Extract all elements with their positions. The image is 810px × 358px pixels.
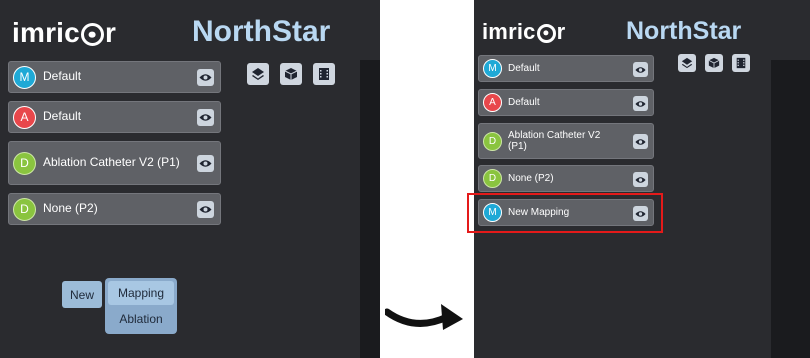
eye-icon bbox=[199, 160, 212, 167]
item-label: Default bbox=[508, 96, 540, 108]
mapping-badge: M bbox=[483, 59, 502, 78]
visibility-toggle[interactable] bbox=[197, 155, 214, 172]
list-item[interactable]: A Default bbox=[8, 101, 221, 133]
item-label: None (P2) bbox=[43, 201, 98, 216]
cube-button[interactable] bbox=[280, 63, 302, 85]
list-item[interactable]: D Ablation Catheter V2 (P1) bbox=[8, 141, 221, 185]
eye-icon bbox=[635, 100, 646, 107]
viewport-strip bbox=[771, 60, 810, 358]
device-badge: D bbox=[13, 197, 36, 221]
visibility-toggle[interactable] bbox=[633, 172, 648, 187]
visibility-toggle[interactable] bbox=[197, 201, 214, 218]
visibility-toggle[interactable] bbox=[633, 134, 648, 149]
after-panel: imric r NorthStar M Default A Default D A… bbox=[474, 0, 810, 358]
device-badge: D bbox=[483, 169, 502, 188]
item-label: Ablation Catheter V2 (P1) bbox=[43, 155, 180, 170]
logo-o-icon bbox=[80, 23, 104, 47]
new-submenu: Mapping Ablation bbox=[105, 278, 177, 334]
visibility-toggle[interactable] bbox=[197, 69, 214, 86]
list-item[interactable]: M Default bbox=[478, 55, 654, 82]
cube-icon bbox=[284, 68, 298, 80]
visibility-toggle[interactable] bbox=[633, 62, 648, 77]
eye-icon bbox=[635, 176, 646, 183]
device-badge: D bbox=[483, 131, 502, 151]
visibility-toggle[interactable] bbox=[197, 109, 214, 126]
visibility-toggle[interactable] bbox=[633, 96, 648, 111]
ablation-badge: A bbox=[483, 93, 502, 112]
menu-item-ablation[interactable]: Ablation bbox=[108, 307, 174, 331]
list-item[interactable]: D None (P2) bbox=[478, 165, 654, 192]
before-panel: imric r NorthStar M Default A Default D A… bbox=[0, 0, 380, 358]
menu-item-mapping[interactable]: Mapping bbox=[108, 281, 174, 305]
product-title: NorthStar bbox=[192, 15, 331, 48]
item-label: None (P2) bbox=[508, 172, 554, 184]
film-button[interactable] bbox=[313, 63, 335, 85]
item-label: Default bbox=[508, 62, 540, 74]
item-label: Default bbox=[43, 109, 82, 124]
eye-icon bbox=[199, 74, 212, 81]
layers-button[interactable] bbox=[247, 63, 269, 85]
film-icon bbox=[736, 57, 746, 69]
eye-icon bbox=[199, 114, 212, 121]
device-badge: D bbox=[13, 151, 36, 175]
eye-icon bbox=[635, 138, 646, 145]
transition-arrow-icon bbox=[385, 304, 463, 330]
new-button[interactable]: New bbox=[62, 281, 102, 308]
list-item[interactable]: D None (P2) bbox=[8, 193, 221, 225]
cube-button[interactable] bbox=[705, 54, 723, 72]
item-label: Ablation Catheter V2 (P1) bbox=[508, 129, 601, 153]
mapping-badge: M bbox=[13, 65, 36, 89]
eye-icon bbox=[199, 206, 212, 213]
product-title: NorthStar bbox=[626, 17, 742, 45]
item-label: Default bbox=[43, 69, 82, 84]
layers-icon bbox=[681, 57, 693, 69]
cube-icon bbox=[708, 57, 720, 69]
list-item[interactable]: M Default bbox=[8, 61, 221, 93]
brand-logo: imric r bbox=[482, 19, 566, 44]
film-button[interactable] bbox=[732, 54, 750, 72]
eye-icon bbox=[635, 66, 646, 73]
list-item[interactable]: D Ablation Catheter V2 (P1) bbox=[478, 123, 654, 159]
highlight-box bbox=[467, 193, 663, 233]
logo-o-icon bbox=[536, 23, 556, 43]
brand-logo: imric r bbox=[12, 17, 117, 48]
ablation-badge: A bbox=[13, 105, 36, 129]
list-item[interactable]: A Default bbox=[478, 89, 654, 116]
film-icon bbox=[319, 68, 329, 80]
layers-button[interactable] bbox=[678, 54, 696, 72]
viewport-strip bbox=[360, 60, 380, 358]
layers-icon bbox=[252, 68, 264, 80]
